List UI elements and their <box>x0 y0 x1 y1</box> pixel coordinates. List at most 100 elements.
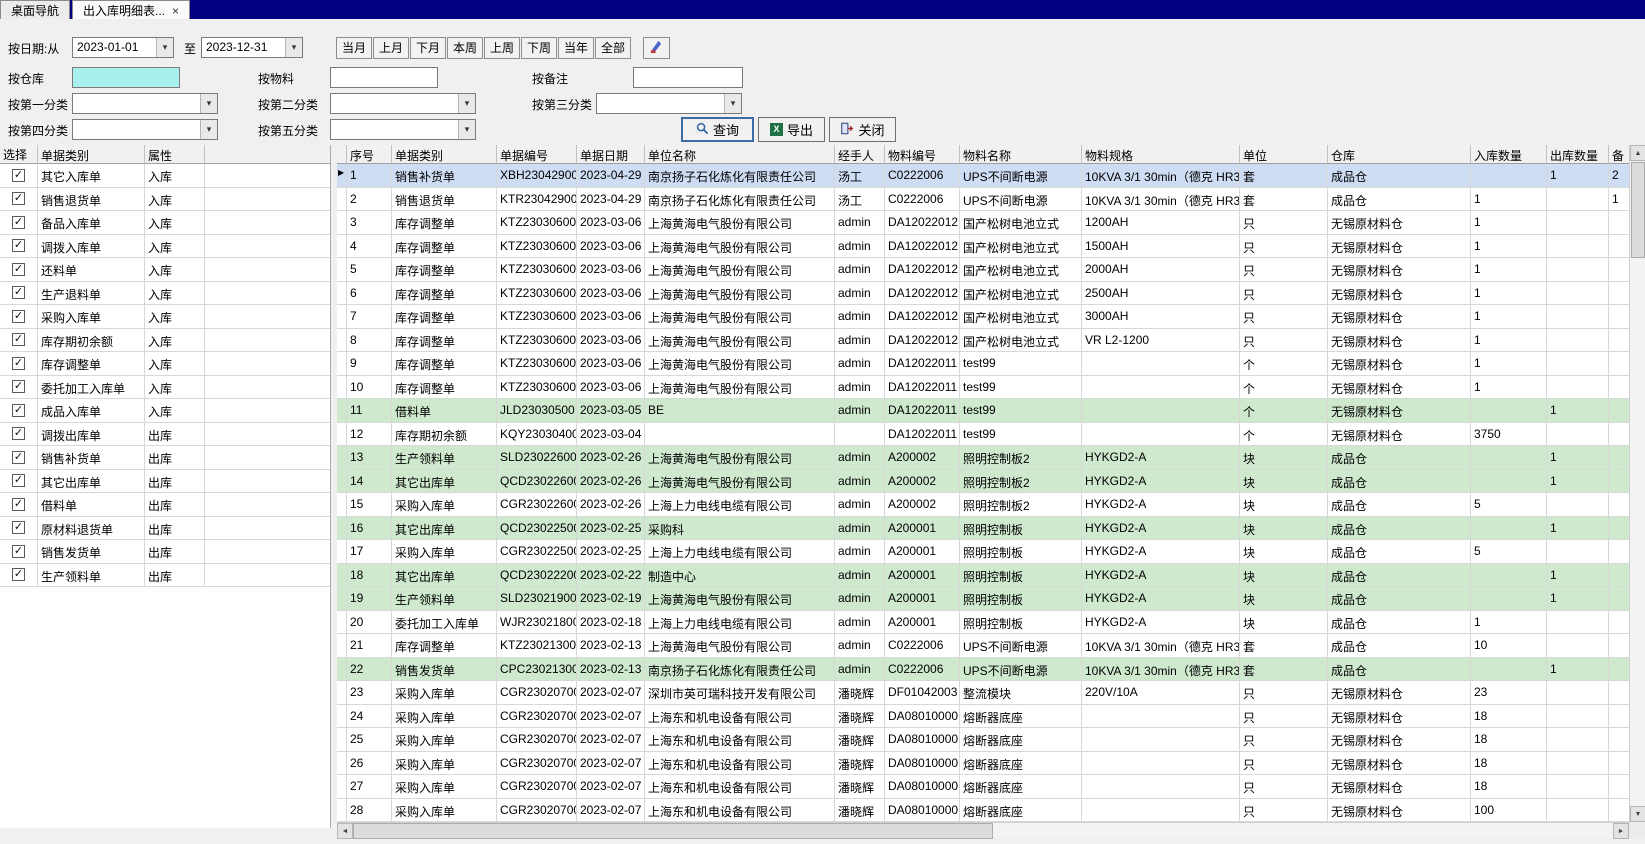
doc-type-row[interactable]: ✓调拨出库单出库 <box>0 423 330 447</box>
chevron-down-icon[interactable]: ▾ <box>200 120 217 139</box>
category2-select[interactable]: ▾ <box>330 93 476 114</box>
doc-type-checkbox[interactable]: ✓ <box>12 216 25 229</box>
detail-row[interactable]: 28采购入库单CGR230207002023-02-07上海东和机电设备有限公司… <box>337 799 1629 823</box>
header-handler[interactable]: 经手人 <box>835 145 885 164</box>
detail-row[interactable]: 13生产领料单SLD230226002023-02-26上海黄海电气股份有限公司… <box>337 446 1629 470</box>
clear-filter-button[interactable] <box>643 37 670 59</box>
detail-row[interactable]: 24采购入库单CGR230207002023-02-07上海东和机电设备有限公司… <box>337 705 1629 729</box>
category1-select[interactable]: ▾ <box>72 93 218 114</box>
tab-inout-detail-report[interactable]: 出入库明细表... × <box>72 0 190 19</box>
header-qty-in[interactable]: 入库数量 <box>1471 145 1547 164</box>
remark-filter-input[interactable] <box>633 67 743 88</box>
detail-row[interactable]: 27采购入库单CGR230207002023-02-07上海东和机电设备有限公司… <box>337 775 1629 799</box>
doc-type-checkbox[interactable]: ✓ <box>12 521 25 534</box>
detail-row[interactable]: 2销售退货单KTR230429002023-04-29南京扬子石化炼化有限责任公… <box>337 188 1629 212</box>
chevron-down-icon[interactable]: ▾ <box>458 120 475 139</box>
horizontal-scrollbar[interactable]: ◄ ► <box>337 822 1629 838</box>
header-qty-out[interactable]: 出库数量 <box>1547 145 1609 164</box>
detail-row[interactable]: 25采购入库单CGR230207002023-02-07上海东和机电设备有限公司… <box>337 728 1629 752</box>
scroll-right-button[interactable]: ► <box>1613 823 1629 839</box>
doc-type-row[interactable]: ✓其它出库单出库 <box>0 470 330 494</box>
detail-row[interactable]: 19生产领料单SLD230219002023-02-19上海黄海电气股份有限公司… <box>337 587 1629 611</box>
horizontal-scroll-track[interactable] <box>993 823 1613 838</box>
detail-row[interactable]: 17采购入库单CGR230225002023-02-25上海上力电线电缆有限公司… <box>337 540 1629 564</box>
detail-row[interactable]: 22销售发货单CPC230213002023-02-13南京扬子石化炼化有限责任… <box>337 658 1629 682</box>
chevron-down-icon[interactable]: ▾ <box>724 94 741 113</box>
doc-type-row[interactable]: ✓生产领料单出库 <box>0 564 330 588</box>
period-next-week-button[interactable]: 下周 <box>521 37 557 59</box>
doc-type-row[interactable]: ✓还料单入库 <box>0 258 330 282</box>
vertical-scrollbar[interactable]: ▲ ▼ <box>1629 145 1645 822</box>
doc-type-checkbox[interactable]: ✓ <box>12 380 25 393</box>
detail-row[interactable]: 18其它出库单QCD230222002023-02-22制造中心adminA20… <box>337 564 1629 588</box>
header-doc-date[interactable]: 单据日期 <box>577 145 645 164</box>
horizontal-scroll-thumb[interactable] <box>353 823 993 839</box>
period-this-year-button[interactable]: 当年 <box>558 37 594 59</box>
doc-type-checkbox[interactable]: ✓ <box>12 568 25 581</box>
doc-type-row[interactable]: ✓成品入库单入库 <box>0 399 330 423</box>
doc-type-checkbox[interactable]: ✓ <box>12 404 25 417</box>
header-unit[interactable]: 单位 <box>1240 145 1328 164</box>
date-from-picker[interactable]: 2023-01-01 ▾ <box>72 37 174 58</box>
category5-select[interactable]: ▾ <box>330 119 476 140</box>
doc-type-checkbox[interactable]: ✓ <box>12 333 25 346</box>
doc-type-checkbox[interactable]: ✓ <box>12 310 25 323</box>
tab-desktop-nav[interactable]: 桌面导航 <box>0 0 70 19</box>
detail-row[interactable]: 23采购入库单CGR230207002023-02-07深圳市英可瑞科技开发有限… <box>337 681 1629 705</box>
detail-row[interactable]: 3库存调整单KTZ230306002023-03-06上海黄海电气股份有限公司a… <box>337 211 1629 235</box>
close-tab-icon[interactable]: × <box>172 5 179 17</box>
doc-type-checkbox[interactable]: ✓ <box>12 192 25 205</box>
doc-type-row[interactable]: ✓销售补货单出库 <box>0 446 330 470</box>
doc-type-row[interactable]: ✓调拨入库单入库 <box>0 235 330 259</box>
doc-type-row[interactable]: ✓销售发货单出库 <box>0 540 330 564</box>
period-prev-month-button[interactable]: 上月 <box>373 37 409 59</box>
doc-type-checkbox[interactable]: ✓ <box>12 427 25 440</box>
doc-type-checkbox[interactable]: ✓ <box>12 451 25 464</box>
doc-type-checkbox[interactable]: ✓ <box>12 357 25 370</box>
detail-row[interactable]: 10库存调整单KTZ230306002023-03-06上海黄海电气股份有限公司… <box>337 376 1629 400</box>
detail-row[interactable]: 14其它出库单QCD230226002023-02-26上海黄海电气股份有限公司… <box>337 470 1629 494</box>
doc-type-checkbox[interactable]: ✓ <box>12 239 25 252</box>
category4-select[interactable]: ▾ <box>72 119 218 140</box>
doc-type-row[interactable]: ✓备品入库单入库 <box>0 211 330 235</box>
doc-type-checkbox[interactable]: ✓ <box>12 169 25 182</box>
detail-row[interactable]: 5库存调整单KTZ230306002023-03-06上海黄海电气股份有限公司a… <box>337 258 1629 282</box>
header-spec[interactable]: 物料规格 <box>1082 145 1240 164</box>
detail-row[interactable]: 12库存期初余额KQY230304002023-03-04DA12022011t… <box>337 423 1629 447</box>
warehouse-filter-input[interactable] <box>72 67 180 88</box>
detail-row[interactable]: ▶1销售补货单XBH230429002023-04-29南京扬子石化炼化有限责任… <box>337 164 1629 188</box>
header-company[interactable]: 单位名称 <box>645 145 835 164</box>
scroll-left-button[interactable]: ◄ <box>337 823 353 839</box>
doc-type-row[interactable]: ✓库存期初余额入库 <box>0 329 330 353</box>
close-button[interactable]: 关闭 <box>829 117 896 142</box>
doc-type-checkbox[interactable]: ✓ <box>12 286 25 299</box>
header-doc-type[interactable]: 单据类别 <box>392 145 497 164</box>
detail-row[interactable]: 16其它出库单QCD230225002023-02-25采购科adminA200… <box>337 517 1629 541</box>
detail-row[interactable]: 6库存调整单KTZ230306002023-03-06上海黄海电气股份有限公司a… <box>337 282 1629 306</box>
header-select[interactable]: 选择 <box>0 145 38 164</box>
detail-row[interactable]: 11借料单JLD230305002023-03-05BEadminDA12022… <box>337 399 1629 423</box>
period-next-month-button[interactable]: 下月 <box>410 37 446 59</box>
detail-row[interactable]: 21库存调整单KTZ230213002023-02-13上海黄海电气股份有限公司… <box>337 634 1629 658</box>
doc-type-checkbox[interactable]: ✓ <box>12 263 25 276</box>
detail-row[interactable]: 26采购入库单CGR230207002023-02-07上海东和机电设备有限公司… <box>337 752 1629 776</box>
period-current-month-button[interactable]: 当月 <box>336 37 372 59</box>
period-this-week-button[interactable]: 本周 <box>447 37 483 59</box>
header-note[interactable]: 备 <box>1609 145 1629 164</box>
doc-type-row[interactable]: ✓生产退料单入库 <box>0 282 330 306</box>
detail-row[interactable]: 9库存调整单KTZ230306002023-03-06上海黄海电气股份有限公司a… <box>337 352 1629 376</box>
header-attr[interactable]: 属性 <box>145 145 205 164</box>
detail-row[interactable]: 4库存调整单KTZ230306002023-03-06上海黄海电气股份有限公司a… <box>337 235 1629 259</box>
query-button[interactable]: 查询 <box>681 117 754 142</box>
material-filter-input[interactable] <box>330 67 438 88</box>
chevron-down-icon[interactable]: ▾ <box>458 94 475 113</box>
category3-select[interactable]: ▾ <box>596 93 742 114</box>
doc-type-row[interactable]: ✓销售退货单入库 <box>0 188 330 212</box>
header-doc-type[interactable]: 单据类别 <box>38 145 145 164</box>
doc-type-row[interactable]: ✓委托加工入库单入库 <box>0 376 330 400</box>
chevron-down-icon[interactable]: ▾ <box>156 38 173 57</box>
date-to-picker[interactable]: 2023-12-31 ▾ <box>201 37 303 58</box>
doc-type-row[interactable]: ✓借料单出库 <box>0 493 330 517</box>
doc-type-checkbox[interactable]: ✓ <box>12 498 25 511</box>
doc-type-row[interactable]: ✓库存调整单入库 <box>0 352 330 376</box>
